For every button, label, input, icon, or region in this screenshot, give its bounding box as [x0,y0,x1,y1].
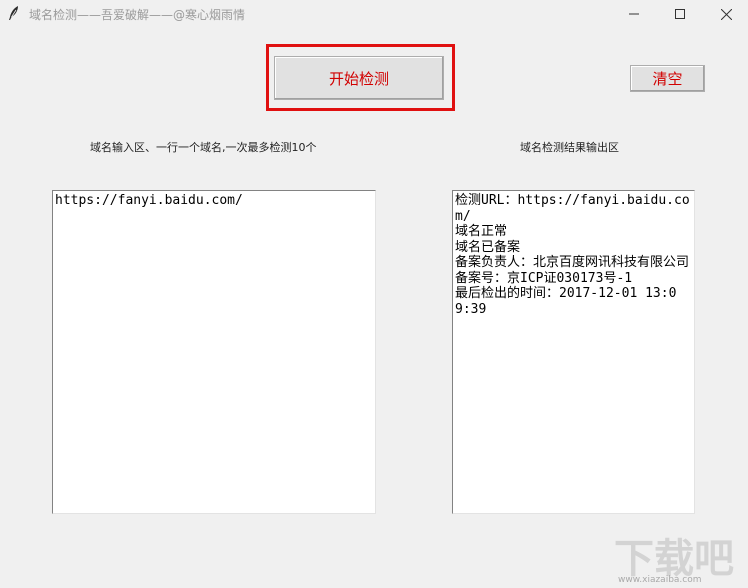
input-area-label: 域名输入区、一行一个域名,一次最多检测10个 [90,141,317,154]
domain-input-textarea[interactable]: https://fanyi.baidu.com/ [52,190,376,514]
minimize-icon [629,13,639,15]
output-area-label: 域名检测结果输出区 [520,141,619,154]
output-line-icp: 备案号：京ICP证030173号-1 [455,270,633,286]
output-line-url: 检测URL：https://fanyi.baidu.com/ [455,193,690,224]
output-line-registered: 域名已备案 [455,239,521,255]
output-line-status: 域名正常 [455,224,508,239]
result-output-textarea[interactable]: 检测URL：https://fanyi.baidu.com/ 域名正常 域名已备… [452,190,695,514]
output-line-time: 最后检出的时间：2017-12-01 13:09:39 [455,286,677,317]
watermark-url: www.xiazaiba.com [618,575,702,585]
start-detection-button[interactable]: 开始检测 [274,56,444,100]
output-line-owner: 备案负责人：北京百度网讯科技有限公司 [455,255,690,270]
title-bar: 域名检测——吾爱破解——@寒心烟雨情 [0,0,748,28]
minimize-button[interactable] [611,0,657,28]
close-icon [720,8,732,20]
feather-icon [9,6,18,20]
window-title: 域名检测——吾爱破解——@寒心烟雨情 [29,8,246,22]
maximize-icon [675,9,685,19]
close-button[interactable] [703,0,748,28]
maximize-button[interactable] [657,0,703,28]
clear-button[interactable]: 清空 [630,65,705,92]
